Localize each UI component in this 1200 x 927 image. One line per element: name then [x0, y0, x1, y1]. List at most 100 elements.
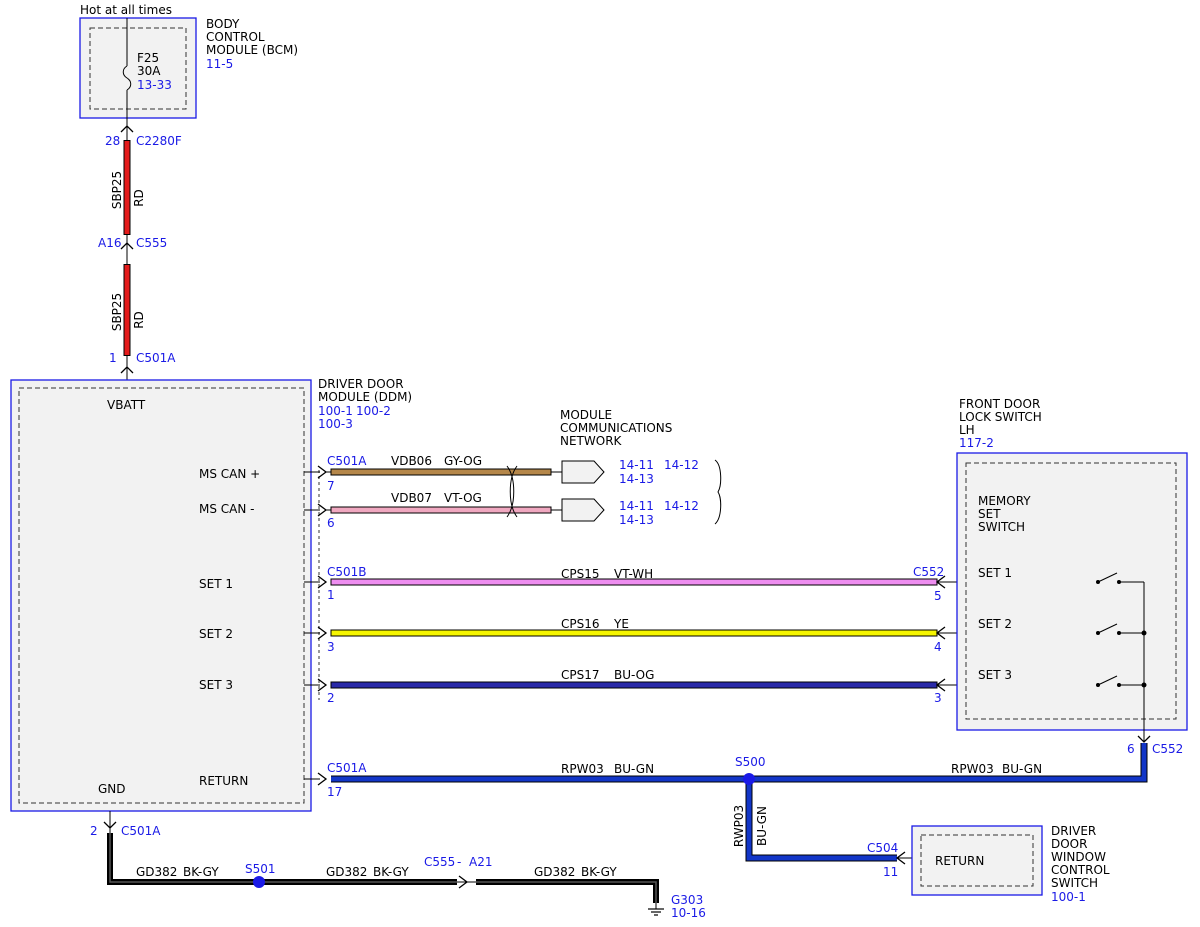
ground-id[interactable]: G303 [671, 893, 703, 907]
gnd-seg3-color: BK-GY [581, 865, 617, 879]
ddm-gnd-label: GND [98, 782, 126, 796]
wire-cps16[interactable] [330, 629, 938, 637]
c501a-top-name[interactable]: C501A [136, 351, 176, 365]
ddm-ref-3[interactable]: 100-3 [318, 417, 353, 431]
fuse-id: F25 [137, 51, 159, 65]
can-plus-conn[interactable]: C501A [327, 454, 367, 468]
wire-gd382-seg3[interactable] [476, 879, 659, 903]
gnd-seg3-circuit: GD382 [534, 865, 575, 879]
can-plus-pin: 7 [327, 479, 335, 493]
ddm-pin-set1: SET 1 [199, 577, 233, 591]
splice-s501-icon[interactable] [253, 876, 265, 888]
ddm-module-box[interactable] [10, 379, 312, 812]
bcm-name-line-2: CONTROL [206, 30, 265, 44]
branch-color: BU-GN [755, 806, 769, 846]
splice-s501-label[interactable]: S501 [245, 862, 276, 876]
network-brace-icon [714, 459, 722, 525]
ddm-ref-1[interactable]: 100-1 [318, 404, 353, 418]
gnd-seg2-color: BK-GY [373, 865, 409, 879]
lock-switch-inner-line-3: SWITCH [978, 520, 1025, 534]
set2-pin-switch: 4 [934, 640, 942, 654]
splice-s500-label[interactable]: S500 [735, 755, 766, 769]
gnd-seg1-color: BK-GY [183, 865, 219, 879]
ddm-name-line-2: MODULE (DDM) [318, 390, 412, 404]
network-arrow-minus-icon[interactable] [561, 498, 605, 522]
can-minus-ref-2[interactable]: 14-12 [664, 499, 699, 513]
can-plus-circuit: VDB06 [391, 454, 432, 468]
gnd-inline-pin: A21 [469, 855, 492, 869]
wire-gd382-seg3-tracer [476, 881, 657, 903]
c2280f-name[interactable]: C2280F [136, 134, 182, 148]
lock-switch-name-line-3: LH [959, 423, 975, 437]
bcm-ref[interactable]: 11-5 [206, 57, 233, 71]
set3-pin-ddm: 2 [327, 691, 335, 705]
lock-switch-set1: SET 1 [978, 566, 1012, 580]
gnd-seg1-circuit: GD382 [136, 865, 177, 879]
window-switch-name-line-1: DRIVER [1051, 824, 1096, 838]
can-minus-circuit: VDB07 [391, 491, 432, 505]
network-arrow-plus-icon[interactable] [561, 460, 605, 484]
window-switch-name-line-5: SWITCH [1051, 876, 1098, 890]
wire-sbp25-upper-circuit: SBP25 [110, 171, 124, 209]
lock-switch-ref[interactable]: 117-2 [959, 436, 994, 450]
window-switch-ref[interactable]: 100-1 [1051, 890, 1086, 904]
return-circuit: RPW03 [561, 762, 604, 776]
wire-cps17[interactable] [330, 681, 938, 689]
set2-pin-ddm: 3 [327, 640, 335, 654]
can-minus-ref-1[interactable]: 14-11 [619, 499, 654, 513]
ddm-pin-set3: SET 3 [199, 678, 233, 692]
ddm-pin-set2: SET 2 [199, 627, 233, 641]
c2280f-pin: 28 [105, 134, 120, 148]
ddm-ref-2[interactable]: 100-2 [356, 404, 391, 418]
lock-switch-name-line-1: FRONT DOOR [959, 397, 1040, 411]
gnd-inline-sep: - [457, 855, 461, 869]
can-plus-ref-3[interactable]: 14-13 [619, 472, 654, 486]
c555-pin: A16 [98, 236, 121, 250]
network-name-line-1: MODULE [560, 408, 612, 422]
network-name-line-2: COMMUNICATIONS [560, 421, 672, 435]
fuse-rating: 30A [137, 64, 161, 78]
set2-color: YE [613, 617, 629, 631]
window-switch-name-line-2: DOOR [1051, 837, 1087, 851]
wire-vdb06[interactable] [330, 468, 552, 476]
splice-s500-icon[interactable] [743, 773, 755, 785]
set1-conn[interactable]: C501B [327, 565, 367, 579]
ddm-vbatt-label: VBATT [107, 398, 146, 412]
can-plus-ref-1[interactable]: 14-11 [619, 458, 654, 472]
set1-circuit: CPS15 [561, 567, 600, 581]
can-minus-pin: 6 [327, 516, 335, 530]
fuse-ref[interactable]: 13-33 [137, 78, 172, 92]
ddm-pin-ms-can-plus: MS CAN + [199, 467, 260, 481]
set1-pin-ddm: 1 [327, 588, 335, 602]
lock-switch-set2: SET 2 [978, 617, 1012, 631]
gnd-pin: 2 [90, 824, 98, 838]
branch-conn[interactable]: C504 [867, 841, 898, 855]
set2-circuit: CPS16 [561, 617, 600, 631]
lock-switch-return-conn[interactable]: C552 [1152, 742, 1183, 756]
c555-name[interactable]: C555 [136, 236, 167, 250]
return-circuit-right: RPW03 [951, 762, 994, 776]
can-plus-ref-2[interactable]: 14-12 [664, 458, 699, 472]
set1-pin-switch: 5 [934, 589, 942, 603]
return-color: BU-GN [614, 762, 654, 776]
wire-sbp25-lower-circuit: SBP25 [110, 293, 124, 331]
wire-sbp25-upper-color: RD [132, 189, 146, 207]
window-switch-name-line-3: WINDOW [1051, 850, 1106, 864]
gnd-seg2-circuit: GD382 [326, 865, 367, 879]
network-name-line-3: NETWORK [560, 434, 623, 448]
can-minus-ref-3[interactable]: 14-13 [619, 513, 654, 527]
ddm-name-line-1: DRIVER DOOR [318, 377, 404, 391]
ddm-pin-ms-can-minus: MS CAN - [199, 502, 255, 516]
wire-vdb07[interactable] [330, 506, 552, 514]
gnd-inline-conn[interactable]: C555 [424, 855, 455, 869]
set1-conn-switch[interactable]: C552 [913, 565, 944, 579]
ddm-pin-return: RETURN [199, 774, 248, 788]
return-conn[interactable]: C501A [327, 761, 367, 775]
ground-ref[interactable]: 10-16 [671, 906, 706, 920]
gnd-conn[interactable]: C501A [121, 824, 161, 838]
wiring-diagram: Hot at all times BODY CONTROL MODULE (BC… [10, 3, 1188, 920]
c501a-top-pin: 1 [109, 351, 117, 365]
power-source-label: Hot at all times [80, 3, 172, 17]
window-switch-pin-label: RETURN [935, 854, 984, 868]
set3-pin-switch: 3 [934, 691, 942, 705]
